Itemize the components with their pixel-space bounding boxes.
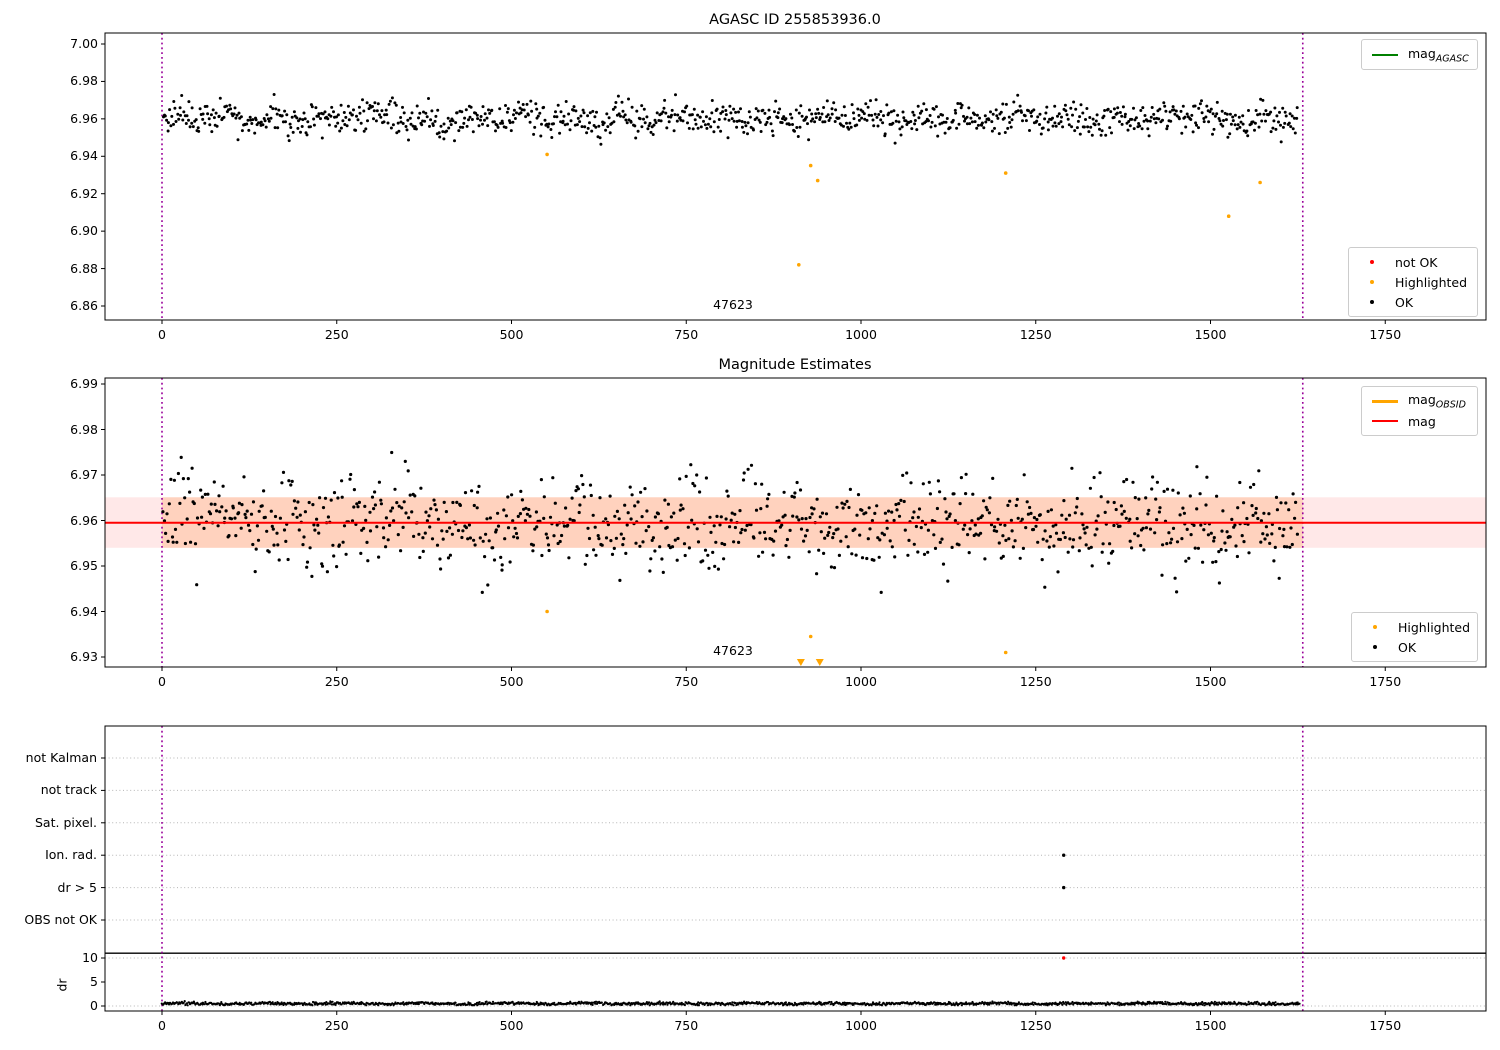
x-tick-label: 750 bbox=[674, 1018, 699, 1033]
x-tick-label: 1250 bbox=[1019, 1018, 1052, 1033]
y-tick-label: 6.97 bbox=[70, 467, 98, 482]
y-tick-label: 6.86 bbox=[70, 297, 98, 313]
x-tick-label: 1000 bbox=[845, 674, 877, 689]
y-tick-label: 6.90 bbox=[70, 223, 98, 239]
legend-row-ok: OK bbox=[1357, 292, 1469, 312]
scatter-points-ok bbox=[162, 93, 1299, 146]
y-tick-label: 6.96 bbox=[70, 110, 98, 126]
orange-line-swatch bbox=[1370, 399, 1400, 403]
legend-mag-lines: magOBSID mag bbox=[1361, 386, 1478, 436]
x-tick-label: 0 bbox=[158, 327, 166, 342]
category-label: OBS not OK bbox=[24, 912, 97, 927]
x-tick-label: 750 bbox=[674, 674, 699, 689]
legend-label-ok-2: OK bbox=[1398, 639, 1417, 655]
legend-point-classes-2: Highlighted OK bbox=[1351, 612, 1478, 662]
category-label: not track bbox=[40, 782, 97, 798]
legend-row-mag-agasc: magAGASC bbox=[1370, 44, 1469, 65]
legend-point-classes: not OK Highlighted OK bbox=[1348, 247, 1478, 317]
plot1-title: AGASC ID 255853936.0 bbox=[709, 12, 881, 28]
legend-label-highlighted: Highlighted bbox=[1395, 274, 1468, 290]
x-tick-label: 750 bbox=[674, 327, 699, 342]
obsid-range-vlines bbox=[161, 33, 1304, 320]
y-tick-label: 6.94 bbox=[70, 603, 98, 619]
legend-row-highlighted-2: Highlighted bbox=[1360, 617, 1471, 637]
x-tick-label: 1250 bbox=[1019, 327, 1052, 342]
x-tick-label: 0 bbox=[158, 1018, 166, 1033]
x-tick-label: 250 bbox=[324, 674, 349, 689]
x-tick-label: 250 bbox=[324, 1018, 349, 1033]
orange-dot-swatch bbox=[1360, 625, 1390, 629]
dr-tick-label: 5 bbox=[90, 974, 98, 989]
x-tick-label: 500 bbox=[499, 1018, 524, 1033]
dr-not-ok-point bbox=[1062, 956, 1066, 960]
x-tick-label: 1000 bbox=[845, 327, 877, 342]
x-tick-label: 1500 bbox=[1194, 1018, 1227, 1033]
black-dot-swatch bbox=[1357, 300, 1387, 304]
x-tick-label: 1750 bbox=[1369, 674, 1402, 689]
category-label: dr > 5 bbox=[57, 879, 97, 895]
scatter-points-highlighted bbox=[545, 609, 1008, 655]
figure: AGASC ID 255853936.0 Magnitude Estimates… bbox=[0, 0, 1500, 1050]
y-tick-label: 7.00 bbox=[70, 36, 98, 51]
dr-tick-label: 0 bbox=[90, 998, 98, 1013]
flag-points bbox=[1062, 853, 1066, 890]
legend-row-not-ok: not OK bbox=[1357, 252, 1469, 272]
x-tick-label: 1750 bbox=[1369, 327, 1402, 342]
x-tick-label: 500 bbox=[499, 327, 524, 342]
obsid-range-vlines bbox=[161, 726, 1304, 1011]
x-tick-label: 1500 bbox=[1194, 327, 1227, 342]
dr-tick-label: 10 bbox=[82, 950, 98, 965]
category-label: not Kalman bbox=[25, 750, 97, 765]
red-line-swatch bbox=[1370, 420, 1400, 422]
legend-row-highlighted: Highlighted bbox=[1357, 272, 1469, 292]
x-tick-label: 0 bbox=[158, 674, 166, 689]
y-tick-label: 6.95 bbox=[70, 558, 98, 573]
y-tick-label: 6.96 bbox=[70, 512, 98, 528]
x-tick-label: 1750 bbox=[1369, 1018, 1402, 1033]
clipped-highlighted-markers bbox=[796, 659, 824, 666]
plot2-obsid-annotation: 47623 bbox=[713, 643, 753, 658]
legend-label-mag: mag bbox=[1408, 413, 1436, 429]
legend-label-mag-agasc: magAGASC bbox=[1408, 45, 1469, 64]
x-tick-label: 250 bbox=[324, 327, 349, 342]
scatter-points-highlighted bbox=[545, 152, 1262, 267]
plots-canvas bbox=[101, 32, 1487, 1015]
x-tick-label: 1000 bbox=[845, 1018, 877, 1033]
legend-row-mag: mag bbox=[1370, 411, 1469, 431]
green-line-swatch bbox=[1370, 53, 1400, 56]
plot2-title: Magnitude Estimates bbox=[718, 357, 872, 373]
x-tick-label: 1500 bbox=[1194, 674, 1227, 689]
legend-row-ok-2: OK bbox=[1360, 637, 1469, 657]
legend-mag-agasc: magAGASC bbox=[1361, 39, 1478, 70]
red-dot-swatch bbox=[1357, 260, 1387, 264]
plot1-obsid-annotation: 47623 bbox=[713, 297, 753, 312]
legend-label-ok: OK bbox=[1395, 294, 1414, 310]
legend-label-highlighted-2: Highlighted bbox=[1398, 619, 1471, 635]
y-tick-label: 6.93 bbox=[70, 649, 98, 664]
dr-scatter-points bbox=[160, 1000, 1301, 1007]
x-tick-label: 500 bbox=[499, 674, 524, 689]
category-label: Sat. pixel. bbox=[35, 814, 97, 830]
y-tick-label: 6.88 bbox=[70, 260, 98, 276]
y-tick-label: 6.92 bbox=[70, 185, 98, 201]
legend-label-mag-obsid: magOBSID bbox=[1408, 392, 1466, 411]
y-tick-label: 6.99 bbox=[70, 376, 98, 391]
legend-label-not-ok: not OK bbox=[1395, 254, 1438, 270]
orange-dot-swatch bbox=[1357, 280, 1387, 284]
legend-row-mag-obsid: magOBSID bbox=[1370, 391, 1469, 411]
y-tick-label: 6.98 bbox=[70, 73, 98, 89]
black-dot-swatch bbox=[1360, 645, 1390, 649]
y-tick-label: 6.94 bbox=[70, 148, 98, 164]
x-tick-label: 1250 bbox=[1019, 674, 1052, 689]
y-tick-label: 6.98 bbox=[70, 421, 98, 437]
category-label: Ion. rad. bbox=[45, 847, 97, 863]
